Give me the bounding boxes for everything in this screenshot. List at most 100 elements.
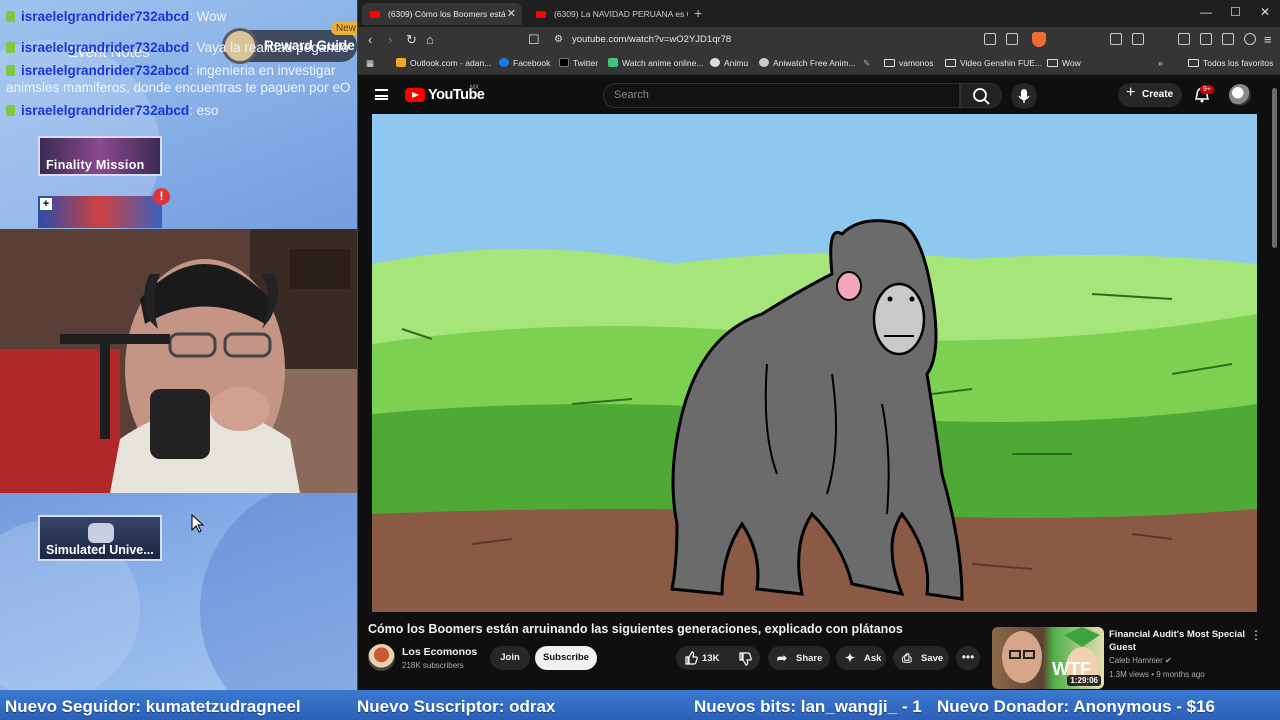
home-icon[interactable]: ⌂ [426, 32, 434, 47]
bookmark-save-icon: ⎙ [902, 651, 912, 665]
finality-mission-card[interactable]: Finality Mission [38, 136, 162, 176]
new-donor-alert: Nuevo Donador: Anonymous - $16 [937, 697, 1216, 716]
ask-button[interactable]: ✦ Ask [836, 646, 886, 670]
simulated-universe-card[interactable]: Simulated Unive... [38, 515, 162, 561]
chat-overlay: israelelgrandrider732abcd: Wow israelelg… [0, 0, 357, 119]
hamburger-menu-icon[interactable] [375, 89, 388, 100]
media-icon[interactable] [1178, 33, 1190, 45]
bookmark-animu[interactable]: Animu [710, 58, 748, 68]
site-info-icon[interactable]: ⚙ [554, 34, 563, 45]
all-bookmarks-folder[interactable]: Todos los favoritos [1188, 58, 1273, 68]
bookmark-watch-anime[interactable]: Watch anime online... [608, 58, 703, 68]
tab-boomers-video[interactable]: (6309) Cómo los Boomers está ✕ [362, 3, 522, 25]
bookmark-folder-vamonos[interactable]: vamonos [884, 58, 934, 68]
subscribe-button[interactable]: Subscribe [535, 646, 597, 670]
tab-title: (6309) La NAVIDAD PERUANA es OTR [554, 9, 688, 19]
folder-icon [884, 59, 895, 67]
page-scrollbar[interactable] [1272, 88, 1277, 248]
bookmark-label: Wow [1062, 58, 1081, 68]
bookmark-label: Facebook [513, 58, 551, 68]
search-input[interactable]: Search [603, 83, 960, 108]
new-bits-alert: Nuevos bits: lan_wangji_ - 1 [694, 697, 922, 716]
screen: Event Notes Reward Guide New israelelgra… [0, 0, 1280, 720]
account-avatar[interactable] [1229, 84, 1251, 106]
close-window-icon[interactable]: ✕ [1260, 5, 1270, 19]
video-title: Cómo los Boomers están arruinando las si… [368, 622, 903, 636]
vpn-icon[interactable] [1244, 33, 1256, 45]
bookmark-separator-icon: ✎ [863, 58, 871, 68]
plus-icon: + [40, 198, 52, 210]
cast-icon[interactable] [984, 33, 996, 45]
minimize-icon[interactable]: — [1200, 5, 1212, 19]
chat-username: israelelgrandrider732abcd [21, 9, 190, 24]
recommended-video-thumbnail[interactable]: WTF 1:29:06 [992, 627, 1104, 689]
chat-text: Wow [196, 9, 227, 24]
x-icon [559, 58, 569, 67]
chat-text: Vaya la realidad pegando [196, 40, 349, 55]
thumbs-down-icon[interactable] [738, 652, 752, 666]
menu-icon[interactable]: ≡ [1264, 32, 1272, 47]
bookmark-aniwatch[interactable]: Aniwatch Free Anim... [759, 58, 856, 68]
apps-icon[interactable]: ▦ [366, 58, 374, 69]
chat-username: israelelgrandrider732abcd [21, 40, 190, 55]
url-field[interactable]: youtube.com/watch?v=wO2YJD1qr78 [572, 34, 731, 45]
thumbs-up-icon[interactable] [684, 651, 698, 665]
chat-text: eso [196, 103, 219, 118]
voice-search-button[interactable] [1011, 83, 1037, 109]
back-icon[interactable]: ‹ [368, 32, 372, 47]
bookmark-label: Video Genshin FUE... [960, 58, 1043, 68]
more-bookmarks-icon[interactable]: » [1158, 58, 1163, 68]
chat-badge-icon [6, 11, 15, 22]
bookmark-label: Twitter [573, 58, 599, 68]
recommended-channel: Caleb Hammer ✔ [1109, 656, 1172, 665]
microphone-icon [1018, 89, 1030, 103]
video-player[interactable] [372, 114, 1257, 612]
webcam-feed [0, 229, 357, 493]
brave-shields-icon[interactable] [1032, 32, 1046, 47]
search-button[interactable] [960, 83, 1002, 108]
folder-icon [945, 59, 956, 67]
extensions-icon[interactable] [1110, 33, 1122, 45]
video-frame-gorilla-cartoon [372, 114, 1257, 612]
chat-badge-icon [6, 65, 15, 76]
bookmark-facebook[interactable]: Facebook [499, 58, 550, 68]
share-button[interactable]: ➦ Share [768, 646, 830, 670]
more-actions-icon[interactable]: ••• [956, 646, 980, 670]
event-card[interactable]: + [38, 196, 162, 228]
bookmark-label: Todos los favoritos [1203, 58, 1274, 68]
maximize-icon[interactable]: ☐ [1230, 5, 1241, 19]
bookmark-page-icon[interactable]: ☐ [528, 32, 540, 48]
bookmark-label: vamonos [899, 58, 934, 68]
new-tab-icon[interactable]: + [694, 5, 702, 21]
sidebar-icon[interactable] [1132, 33, 1144, 45]
bookmark-folder-wow[interactable]: Wow [1047, 58, 1081, 68]
reload-icon[interactable]: ↻ [406, 32, 417, 48]
sparkle-icon: ✦ [845, 651, 856, 665]
close-tab-icon[interactable]: ✕ [507, 7, 516, 20]
create-button[interactable]: Create [1118, 83, 1182, 107]
join-button[interactable]: Join [490, 646, 530, 670]
new-follower-alert: Nuevo Seguidor: kumatetzudragneel [5, 697, 301, 716]
tab-navidad-peruana[interactable]: (6309) La NAVIDAD PERUANA es OTR [528, 3, 688, 25]
share-page-icon[interactable] [1006, 33, 1018, 45]
recommended-video-title[interactable]: Financial Audit's Most Special Guest [1109, 628, 1259, 654]
channel-avatar[interactable] [368, 644, 395, 671]
anime-icon [608, 58, 618, 67]
bookmark-folder-genshin[interactable]: Video Genshin FUE... [945, 58, 1042, 68]
bookmark-outlook[interactable]: Outlook.com - adan... [396, 58, 491, 68]
recommendation-more-icon[interactable]: ⋮ [1250, 628, 1262, 642]
chat-message: israelelgrandrider732abcd: ingenieria en… [0, 62, 357, 96]
bookmarks-bar: ▦ Outlook.com - adan... Facebook Twitter… [358, 52, 1280, 75]
stream-alert-ticker: Nuevo Seguidor: kumatetzudragneel Nuevo … [0, 690, 1280, 720]
forward-icon[interactable]: › [388, 32, 392, 47]
chat-colon: : [189, 9, 197, 24]
save-button[interactable]: ⎙ Save [893, 646, 949, 670]
leo-ai-icon[interactable] [1222, 33, 1234, 45]
bookmark-twitter[interactable]: Twitter [559, 58, 598, 68]
chat-colon: : [189, 103, 197, 118]
wallet-icon[interactable] [1200, 33, 1212, 45]
channel-name[interactable]: Los Ecomonos [402, 646, 477, 658]
mouse-cursor-icon [191, 514, 205, 533]
youtube-logo-icon[interactable] [405, 88, 425, 102]
bookmark-label: Aniwatch Free Anim... [773, 58, 856, 68]
